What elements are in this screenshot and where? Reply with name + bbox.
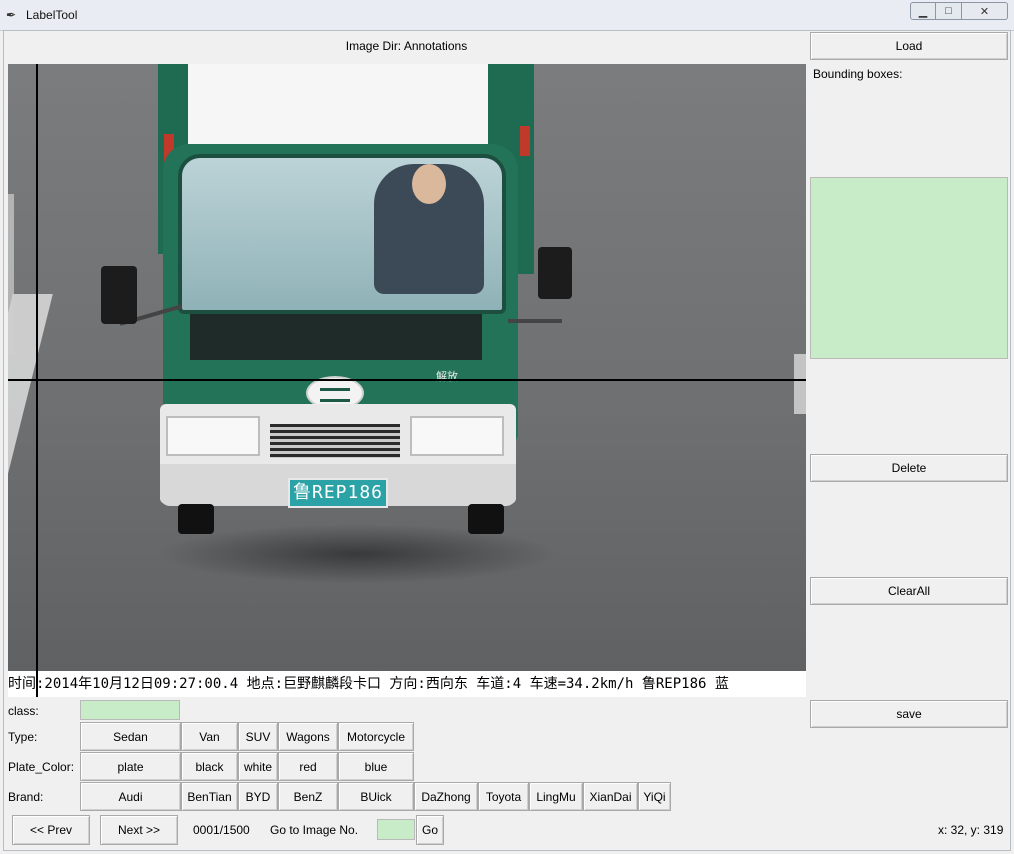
brand-toyota-button[interactable]: Toyota (478, 782, 529, 811)
plate-color-white-button[interactable]: white (238, 752, 278, 781)
title-bar: ✒ LabelTool ▁ □ ✕ (0, 0, 1014, 31)
clearall-button[interactable]: ClearAll (810, 577, 1008, 605)
headlight-left (166, 416, 260, 456)
license-plate: 鲁REP186 (288, 478, 388, 508)
reflector-right (520, 126, 530, 156)
delete-button[interactable]: Delete (810, 454, 1008, 482)
wheel-left (178, 504, 214, 534)
go-button[interactable]: Go (416, 815, 444, 845)
image-canvas[interactable]: 解放 鲁REP186 (8, 64, 806, 671)
brand-lingmu-button[interactable]: LingMu (529, 782, 583, 811)
progress-label: 0001/1500 (193, 823, 250, 837)
headlight-right (410, 416, 504, 456)
brand-audi-button[interactable]: Audi (80, 782, 181, 811)
close-icon: ✕ (979, 5, 990, 18)
window-controls: ▁ □ ✕ (910, 2, 1008, 22)
brand-xiandai-button[interactable]: XianDai (583, 782, 638, 811)
maximize-button[interactable]: □ (936, 2, 962, 20)
close-button[interactable]: ✕ (962, 2, 1008, 20)
prev-button[interactable]: << Prev (12, 815, 90, 845)
goto-label: Go to Image No. (270, 823, 359, 837)
bounding-boxes-label: Bounding boxes: (813, 67, 903, 81)
type-wagons-button[interactable]: Wagons (278, 722, 338, 751)
type-sedan-button[interactable]: Sedan (80, 722, 181, 751)
main-frame: Image Dir: Annotations Load Bounding box… (3, 30, 1011, 851)
class-input[interactable] (80, 700, 180, 720)
mirror-left (101, 266, 137, 324)
plate-color-red-button[interactable]: red (278, 752, 338, 781)
crosshair-horizontal (8, 379, 806, 381)
load-button[interactable]: Load (810, 32, 1008, 60)
plate-color-plate-button[interactable]: plate (80, 752, 181, 781)
brand-buick-button[interactable]: BUick (338, 782, 414, 811)
truck-grille (270, 424, 400, 458)
next-button[interactable]: Next >> (100, 815, 178, 845)
plate-color-black-button[interactable]: black (181, 752, 238, 781)
type-suv-button[interactable]: SUV (238, 722, 278, 751)
minimize-icon: ▁ (918, 5, 928, 18)
truck-upper-grille (190, 314, 482, 360)
lane-marking-upper (8, 194, 14, 354)
driver-head (412, 164, 446, 204)
brand-byd-button[interactable]: BYD (238, 782, 278, 811)
goto-input[interactable] (377, 819, 415, 840)
brand-yiqi-button[interactable]: YiQi (638, 782, 671, 811)
type-van-button[interactable]: Van (181, 722, 238, 751)
coordinates-label: x: 32, y: 319 (938, 823, 1004, 837)
maximize-icon: □ (945, 5, 952, 17)
save-button[interactable]: save (810, 700, 1008, 728)
type-label: Type: (8, 730, 38, 744)
feather-icon: ✒ (6, 8, 17, 22)
window-title: LabelTool (26, 8, 78, 22)
plate-color-label: Plate_Color: (8, 760, 75, 774)
class-label: class: (8, 704, 39, 718)
bounding-boxes-listbox[interactable] (810, 177, 1008, 359)
plate-color-blue-button[interactable]: blue (338, 752, 414, 781)
brand-bentian-button[interactable]: BenTian (181, 782, 238, 811)
mirror-arm-right (508, 319, 562, 323)
cab-brand-text: 解放 (436, 370, 458, 383)
minimize-button[interactable]: ▁ (910, 2, 936, 20)
brand-label: Brand: (8, 790, 44, 804)
image-dir-label: Image Dir: Annotations (345, 39, 468, 53)
type-motorcycle-button[interactable]: Motorcycle (338, 722, 414, 751)
image-caption: 时间:2014年10月12日09:27:00.4 地点:巨野麒麟段卡口 方向:西… (8, 671, 806, 697)
brand-benz-button[interactable]: BenZ (278, 782, 338, 811)
brand-dazhong-button[interactable]: DaZhong (414, 782, 478, 811)
road-edge (794, 354, 806, 414)
truck-cargo-box (158, 64, 530, 154)
mirror-right (538, 247, 572, 299)
wheel-right (468, 504, 504, 534)
